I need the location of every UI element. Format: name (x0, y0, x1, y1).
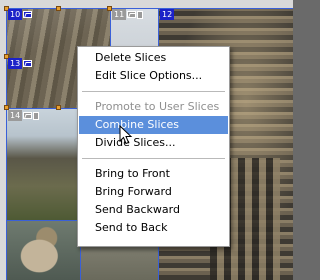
slice-image-icon (23, 11, 33, 18)
arrow-cursor-icon (119, 125, 133, 145)
slice-boundary[interactable] (6, 8, 293, 9)
slice-context-menu: Delete Slices Edit Slice Options... Prom… (77, 46, 230, 247)
slice-number: 11 (112, 9, 127, 20)
menu-item-promote-to-user-slices[interactable]: Promote to User Slices (79, 98, 228, 116)
slice-number: 10 (8, 9, 23, 20)
menu-item-delete-slices[interactable]: Delete Slices (79, 49, 228, 67)
slice-badge-10: 10 (7, 9, 33, 20)
slice-image-icon (23, 60, 33, 67)
slice-badge-12: 12 (159, 9, 175, 20)
slice-handle[interactable] (56, 6, 61, 11)
slice-badge-13: 13 (7, 58, 33, 69)
slice-handle[interactable] (56, 105, 61, 110)
slice-image-icon (23, 112, 33, 119)
slice-number: 14 (8, 110, 23, 121)
menu-separator (82, 91, 225, 92)
slice-badge-11: 11 (111, 9, 144, 20)
menu-item-send-to-back[interactable]: Send to Back (79, 219, 228, 237)
slice-link-icon (137, 10, 144, 19)
canvas-top-strip (0, 0, 293, 8)
menu-item-bring-forward[interactable]: Bring Forward (79, 183, 228, 201)
menu-item-bring-to-front[interactable]: Bring to Front (79, 165, 228, 183)
menu-item-send-backward[interactable]: Send Backward (79, 201, 228, 219)
slice-number: 12 (160, 9, 175, 20)
photo-monkey[interactable] (6, 220, 80, 280)
menu-item-combine-slices[interactable]: Combine Slices (79, 116, 228, 134)
slice-badge-14: 14 (7, 110, 40, 121)
photo-tower[interactable] (6, 108, 80, 220)
slice-number: 13 (8, 58, 23, 69)
menu-separator (82, 158, 225, 159)
slice-link-icon (33, 111, 40, 120)
menu-item-edit-slice-options[interactable]: Edit Slice Options... (79, 67, 228, 85)
slice-boundary[interactable] (6, 8, 7, 280)
menu-item-divide-slices[interactable]: Divide Slices... (79, 134, 228, 152)
slice-image-icon (127, 11, 137, 18)
